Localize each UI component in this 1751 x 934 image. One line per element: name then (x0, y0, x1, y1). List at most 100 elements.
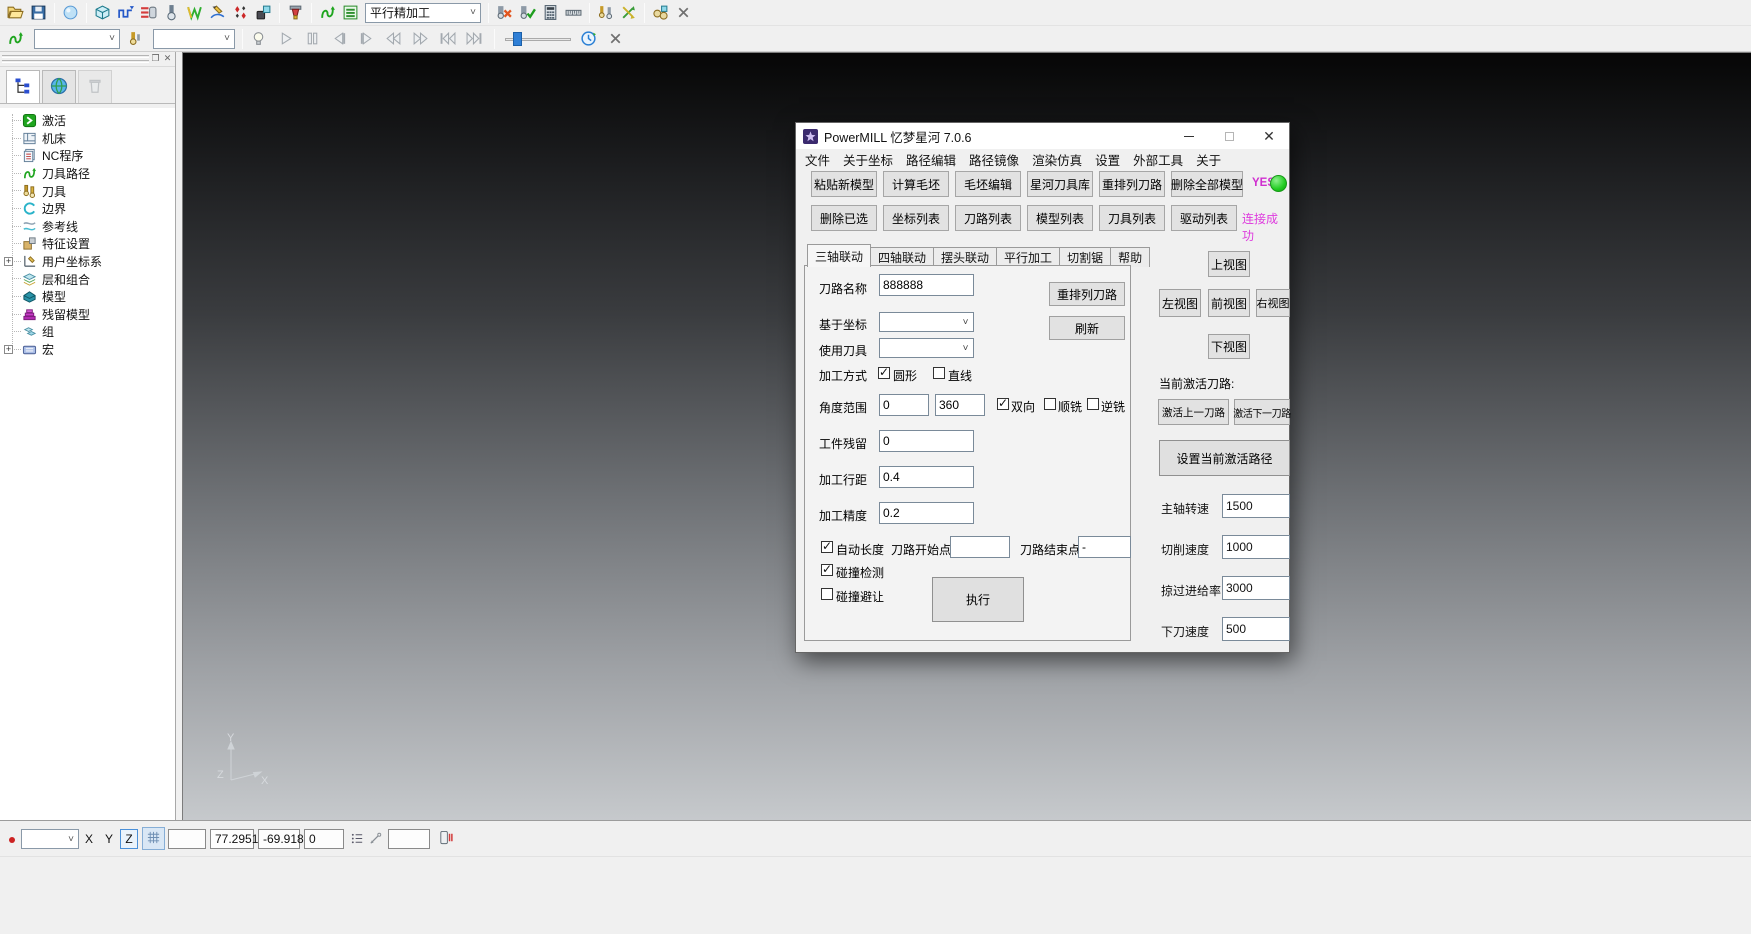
list-icon[interactable] (350, 831, 365, 851)
dialog-tab[interactable]: 帮助 (1110, 247, 1150, 267)
menu-item[interactable]: 路径编辑 (906, 150, 956, 169)
boundary-create-icon[interactable] (183, 2, 206, 24)
swap-arrows-icon[interactable] (617, 2, 640, 24)
tree-item[interactable]: 机床 (22, 130, 175, 148)
shaded-sphere-icon[interactable] (59, 2, 82, 24)
tree-item[interactable]: 特征设置 (22, 235, 175, 253)
tab-web[interactable] (42, 70, 76, 103)
minimize-button[interactable] (1169, 123, 1209, 149)
conventional-checkbox[interactable] (1087, 398, 1099, 410)
save-project-icon[interactable] (27, 2, 50, 24)
toolbar-close-icon[interactable] (604, 28, 627, 50)
pattern-create-icon[interactable] (206, 2, 229, 24)
dialog-action-button[interactable]: 重排列刀路 (1099, 171, 1165, 197)
calculator-icon[interactable] (539, 2, 562, 24)
climb-checkbox[interactable] (1044, 398, 1056, 410)
tree-item[interactable]: 参考线 (22, 218, 175, 236)
menu-item[interactable]: 外部工具 (1133, 150, 1183, 169)
expand-icon[interactable]: + (4, 345, 13, 354)
menu-item[interactable]: 关于坐标 (843, 150, 893, 169)
view-front-button[interactable]: 前视图 (1208, 289, 1250, 317)
dialog-action-button[interactable]: 星河刀具库 (1027, 171, 1093, 197)
menu-item[interactable]: 文件 (805, 150, 830, 169)
toolpath-spring-icon[interactable] (316, 2, 339, 24)
tree-item[interactable]: 残留模型 (22, 306, 175, 324)
nc-program-icon[interactable] (137, 2, 160, 24)
micrometer-icon[interactable] (562, 2, 585, 24)
feature-set-icon[interactable] (252, 2, 275, 24)
slider-handle[interactable] (513, 32, 522, 46)
tool-holder-icon[interactable] (284, 2, 307, 24)
view-top-button[interactable]: 上视图 (1208, 251, 1250, 277)
tab-explorer-tree[interactable] (6, 70, 40, 103)
tree-item[interactable]: 层和组合 (22, 270, 175, 288)
start-point-input[interactable] (950, 536, 1010, 558)
dialog-tab[interactable]: 平行加工 (996, 247, 1060, 267)
toolbar-combobox[interactable]: ˅ (34, 29, 120, 49)
tool-small-icon[interactable] (123, 28, 146, 50)
skip-start-icon[interactable] (436, 28, 459, 50)
grid-toggle-button[interactable] (142, 827, 165, 850)
dialog-tab[interactable]: 四轴联动 (870, 247, 934, 267)
simulation-speed-slider[interactable] (505, 31, 571, 47)
close-button[interactable]: ✕ (1249, 123, 1289, 149)
bidirectional-checkbox[interactable] (997, 398, 1009, 410)
close-icon[interactable]: ✕ (162, 53, 173, 64)
toolpath-create-icon[interactable] (114, 2, 137, 24)
execute-button[interactable]: 执行 (932, 577, 1024, 622)
tree-item[interactable]: + 宏 (22, 341, 175, 359)
set-active-path-button[interactable]: 设置当前激活路径 (1159, 440, 1290, 476)
view-bottom-button[interactable]: 下视图 (1208, 334, 1250, 359)
dialog-action-button[interactable]: 粘贴新模型 (811, 171, 877, 197)
tree-item[interactable]: 组 (22, 323, 175, 341)
dialog-action-button[interactable]: 驱动列表 (1171, 205, 1237, 231)
tolerance-input[interactable] (879, 502, 974, 524)
dialog-action-button[interactable]: 毛坯编辑 (955, 171, 1021, 197)
pause-icon[interactable] (301, 28, 324, 50)
status-field-empty-2[interactable] (388, 829, 430, 849)
dialog-tab[interactable]: 三轴联动 (807, 244, 871, 267)
dialog-action-button[interactable]: 刀具列表 (1099, 205, 1165, 231)
angle-to-input[interactable] (935, 394, 985, 416)
skip-end-icon[interactable] (463, 28, 486, 50)
axis-y-button[interactable]: Y (100, 829, 118, 849)
expand-icon[interactable]: + (4, 257, 13, 266)
tree-item[interactable]: NC程序 (22, 147, 175, 165)
status-field-empty-1[interactable] (168, 829, 206, 849)
coordinate-z-field[interactable]: 0 (304, 829, 344, 849)
toolbar-close-icon[interactable] (672, 2, 695, 24)
pause-device-icon[interactable] (438, 830, 453, 850)
line-checkbox[interactable] (933, 367, 945, 379)
dialog-tab[interactable]: 摆头联动 (933, 247, 997, 267)
menu-item[interactable]: 渲染仿真 (1032, 150, 1082, 169)
step-back-icon[interactable] (328, 28, 351, 50)
activate-prev-button[interactable]: 激活上一刀路 (1158, 399, 1229, 425)
toolbar-combobox[interactable]: ˅ (153, 29, 235, 49)
activate-next-button[interactable]: 激活下一刀路 (1234, 399, 1290, 425)
dialog-action-button[interactable]: 删除全部模型 (1171, 171, 1243, 197)
dialog-action-button[interactable]: 坐标列表 (883, 205, 949, 231)
toolpath-delete-icon[interactable] (493, 2, 516, 24)
rewind-icon[interactable] (382, 28, 405, 50)
tool-create-icon[interactable] (160, 2, 183, 24)
search-model-icon[interactable] (649, 2, 672, 24)
tree-item[interactable]: 模型 (22, 288, 175, 306)
stepover-input[interactable] (879, 466, 974, 488)
toolpath-verify-icon[interactable] (516, 2, 539, 24)
view-right-button[interactable]: 右视图 (1256, 289, 1290, 317)
stock-input[interactable] (879, 430, 974, 452)
light-bulb-icon[interactable] (247, 28, 270, 50)
toolpath-spring-icon[interactable] (4, 28, 27, 50)
menu-item[interactable]: 关于 (1196, 150, 1221, 169)
tree-item[interactable]: 边界 (22, 200, 175, 218)
toolpath-list-icon[interactable] (339, 2, 362, 24)
param-input[interactable]: 500 (1222, 617, 1290, 641)
dialog-titlebar[interactable]: PowerMILL 忆梦星河 7.0.6 ✕ (796, 123, 1289, 149)
sim-clock-icon[interactable] (577, 28, 600, 50)
coordinate-y-field[interactable]: -69.918 (258, 829, 300, 849)
maximize-button[interactable] (1209, 123, 1249, 149)
circle-checkbox[interactable] (878, 367, 890, 379)
dialog-action-button[interactable]: 计算毛坯 (883, 171, 949, 197)
tree-item[interactable]: + 用户坐标系 (22, 253, 175, 271)
play-icon[interactable] (274, 28, 297, 50)
